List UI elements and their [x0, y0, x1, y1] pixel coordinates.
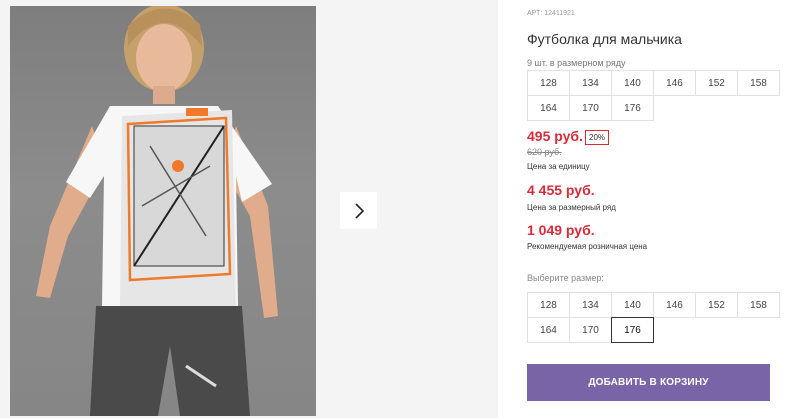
row-size-cell: 152 [695, 70, 738, 96]
row-size-cell: 176 [611, 95, 654, 121]
unit-price-note: Цена за единицу [527, 162, 590, 171]
article-number: АРТ: 12411921 [527, 10, 575, 17]
size-option[interactable]: 134 [569, 292, 612, 318]
add-to-cart-button[interactable]: ДОБАВИТЬ В КОРЗИНУ [527, 364, 770, 401]
row-price: 4 455 руб. [527, 182, 595, 198]
size-option[interactable]: 140 [611, 292, 654, 318]
next-image-button[interactable] [340, 192, 377, 229]
row-size-cell: 128 [527, 70, 570, 96]
row-size-cell: 158 [737, 70, 780, 96]
discount-badge: 20% [585, 130, 610, 145]
size-option-selected[interactable]: 176 [611, 317, 654, 343]
size-option[interactable]: 170 [569, 317, 612, 343]
product-title: Футболка для мальчика [527, 31, 682, 47]
retail-price-note: Рекомендуемая розничная цена [527, 242, 648, 251]
chevron-right-icon [354, 202, 364, 219]
old-price: 620 руб. [527, 147, 562, 157]
size-option[interactable]: 164 [527, 317, 570, 343]
size-option[interactable]: 146 [653, 292, 696, 318]
product-gallery [0, 0, 498, 418]
row-price-note: Цена за размерный ряд [527, 203, 616, 212]
row-size-cell: 134 [569, 70, 612, 96]
row-size-cell: 164 [527, 95, 570, 121]
product-photo [10, 6, 316, 416]
size-picker-label: Выберите размер: [527, 273, 604, 283]
current-price: 495 руб. [527, 128, 583, 144]
size-option[interactable]: 158 [737, 292, 780, 318]
size-row-grid: 128 134 140 146 152 158 164 170 176 [527, 70, 780, 121]
size-option[interactable]: 152 [695, 292, 738, 318]
row-size-cell: 146 [653, 70, 696, 96]
retail-price: 1 049 руб. [527, 222, 595, 238]
size-option[interactable]: 128 [527, 292, 570, 318]
row-size-cell: 140 [611, 70, 654, 96]
size-picker: 128 134 140 146 152 158 164 170 176 [527, 292, 780, 343]
boy-in-tshirt-illustration [36, 6, 278, 416]
size-row-count: 9 шт. в размерном ряду [527, 58, 626, 68]
row-size-cell: 170 [569, 95, 612, 121]
